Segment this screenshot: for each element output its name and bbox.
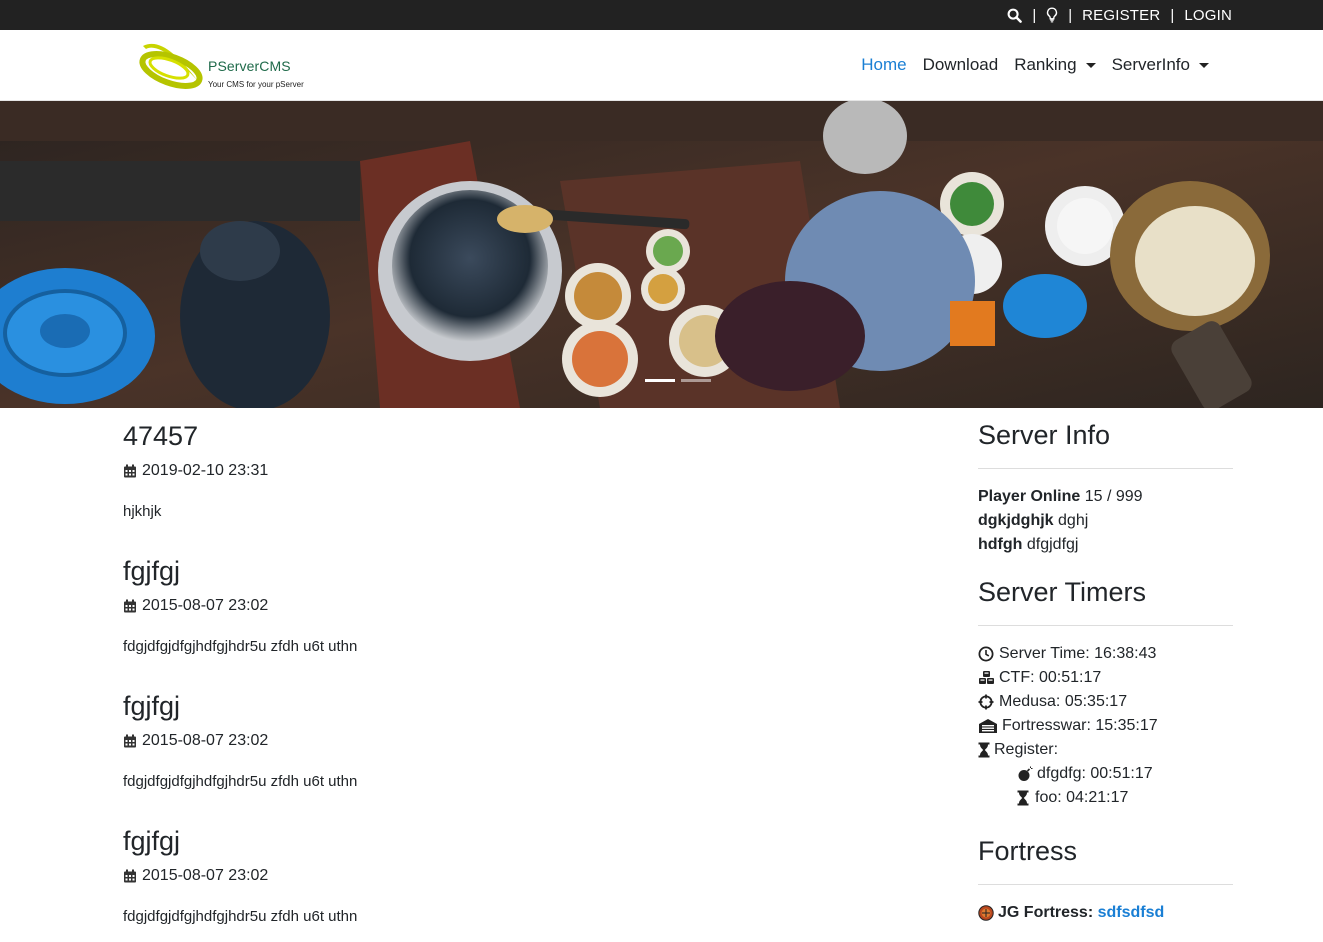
- timer-server-time: Server Time: 16:38:43: [978, 642, 1233, 666]
- caret-down-icon: [1199, 62, 1209, 68]
- carousel-indicator[interactable]: [681, 379, 711, 382]
- server-timers-heading: Server Timers: [978, 577, 1147, 607]
- post-date: 2015-08-07 23:02: [123, 867, 268, 885]
- timer-text: Fortresswar: 15:35:17: [1002, 717, 1158, 734]
- main-nav: Home Download Ranking ServerInfo: [845, 30, 1209, 100]
- news-post: 47457 2019-02-10 23:31 hjkhjk: [123, 408, 923, 543]
- server-info-row: Player Online 15 / 999: [978, 485, 1233, 509]
- timer-text: foo: 04:21:17: [1035, 789, 1129, 806]
- main-navbar: PServerCMS Your CMS for your pServer Hom…: [0, 30, 1323, 101]
- post-body: fdgjdfgjdfgjhdfgjhdr5u zfdh u6t uthn: [123, 908, 358, 925]
- timer-register-item: dfgdfg: 00:51:17: [978, 762, 1233, 786]
- post-date-text: 2015-08-07 23:02: [142, 867, 269, 884]
- fortress-heading: Fortress: [978, 836, 1078, 866]
- fortress-owner-link[interactable]: sdfsdfsd: [1098, 901, 1165, 925]
- fortress-row: JG Fortress: sdfsdfsd: [978, 901, 1233, 925]
- separator: |: [1032, 6, 1037, 24]
- calendar-icon: [123, 869, 137, 883]
- carousel-indicators: [645, 379, 711, 382]
- caret-down-icon: [1085, 62, 1096, 68]
- post-body: hjkhjk: [123, 503, 162, 520]
- timer-medusa: Medusa: 05:35:17: [978, 690, 1233, 714]
- calendar-icon: [123, 599, 137, 613]
- nav-download[interactable]: Download: [923, 55, 999, 75]
- separator: |: [1170, 6, 1175, 24]
- calendar-icon: [123, 734, 137, 748]
- separator: |: [1068, 6, 1073, 24]
- info-value: dghj: [1058, 512, 1089, 529]
- timer-ctf: CTF: 00:51:17: [978, 666, 1233, 690]
- nav-ranking-label: Ranking: [1014, 55, 1077, 74]
- post-date: 2015-08-07 23:02: [123, 597, 268, 615]
- fortress-label: JG Fortress:: [998, 904, 1094, 921]
- carousel-indicator[interactable]: [645, 379, 675, 382]
- news-post: fgjfgj 2015-08-07 23:02 fdgjdfgjdfgjhdfg…: [123, 543, 923, 678]
- nav-serverinfo-label: ServerInfo: [1111, 55, 1190, 74]
- lightbulb-icon[interactable]: [1046, 7, 1058, 23]
- hourglass-icon: [978, 742, 991, 758]
- post-date: 2015-08-07 23:02: [123, 732, 268, 750]
- info-label: hdfgh: [978, 536, 1023, 553]
- register-link[interactable]: REGISTER: [1082, 7, 1160, 24]
- post-title[interactable]: 47457: [123, 421, 198, 452]
- news-post: fgjfgj 2015-08-07 23:02 fdgjdfgjdfgjhdfg…: [123, 813, 923, 942]
- brand-name: PServerCMS: [208, 58, 291, 74]
- divider: [978, 468, 1233, 469]
- timer-text: Register:: [994, 741, 1059, 758]
- divider: [978, 884, 1233, 885]
- login-link[interactable]: LOGIN: [1184, 7, 1232, 24]
- server-info-row: hdfgh dfgjdfgj: [978, 533, 1233, 557]
- info-label: Player Online: [978, 488, 1081, 505]
- timer-text: CTF: 00:51:17: [999, 669, 1102, 686]
- calendar-icon: [123, 464, 137, 478]
- info-label: dgkjdghjk: [978, 512, 1054, 529]
- divider: [978, 625, 1233, 626]
- search-icon[interactable]: [1007, 8, 1023, 23]
- fortress-emblem-icon: [978, 905, 995, 921]
- post-title[interactable]: fgjfgj: [123, 826, 180, 857]
- post-body: fdgjdfgjdfgjhdfgjhdr5u zfdh u6t uthn: [123, 773, 358, 790]
- clock-icon: [978, 646, 996, 662]
- swoosh-logo-icon: [139, 43, 203, 89]
- timer-register: Register:: [978, 738, 1233, 762]
- post-title[interactable]: fgjfgj: [123, 691, 180, 722]
- bomb-icon: [1017, 766, 1034, 782]
- nav-serverinfo-dropdown[interactable]: ServerInfo: [1112, 55, 1209, 75]
- top-links: | | REGISTER | LOGIN: [1007, 0, 1232, 30]
- post-body: fdgjdfgjdfgjhdfgjhdr5u zfdh u6t uthn: [123, 638, 358, 655]
- top-bar: | | REGISTER | LOGIN: [0, 0, 1323, 30]
- post-date-text: 2019-02-10 23:31: [142, 462, 269, 479]
- timer-text: Medusa: 05:35:17: [999, 693, 1128, 710]
- news-post: fgjfgj 2015-08-07 23:02 fdgjdfgjdfgjhdfg…: [123, 678, 923, 813]
- post-title[interactable]: fgjfgj: [123, 556, 180, 587]
- news-list: 47457 2019-02-10 23:31 hjkhjk fgjfgj 201…: [123, 408, 923, 942]
- sidebar: Server Info Player Online 15 / 999 dgkjd…: [978, 408, 1233, 925]
- hero-carousel[interactable]: [0, 101, 1323, 408]
- post-date: 2019-02-10 23:31: [123, 462, 268, 480]
- timer-text: Server Time: 16:38:43: [999, 645, 1157, 662]
- cubes-icon: [978, 670, 996, 686]
- timer-text: dfgdfg: 00:51:17: [1037, 765, 1153, 782]
- nav-home[interactable]: Home: [861, 55, 906, 75]
- brand-tagline: Your CMS for your pServer: [208, 80, 304, 89]
- server-info-row: dgkjdghjk dghj: [978, 509, 1233, 533]
- info-value: 15 / 999: [1084, 488, 1143, 505]
- hero-image: [0, 101, 1323, 408]
- info-value: dfgjdfgj: [1026, 536, 1079, 553]
- crosshairs-icon: [978, 694, 996, 710]
- server-info-heading: Server Info: [978, 420, 1111, 450]
- timer-fortresswar: Fortresswar: 15:35:17: [978, 714, 1233, 738]
- post-date-text: 2015-08-07 23:02: [142, 732, 269, 749]
- warehouse-icon: [978, 718, 999, 734]
- timer-register-item: foo: 04:21:17: [978, 786, 1233, 810]
- brand-logo[interactable]: PServerCMS Your CMS for your pServer: [137, 40, 307, 92]
- post-date-text: 2015-08-07 23:02: [142, 597, 269, 614]
- hourglass-icon: [1017, 790, 1032, 806]
- nav-ranking-dropdown[interactable]: Ranking: [1014, 55, 1096, 75]
